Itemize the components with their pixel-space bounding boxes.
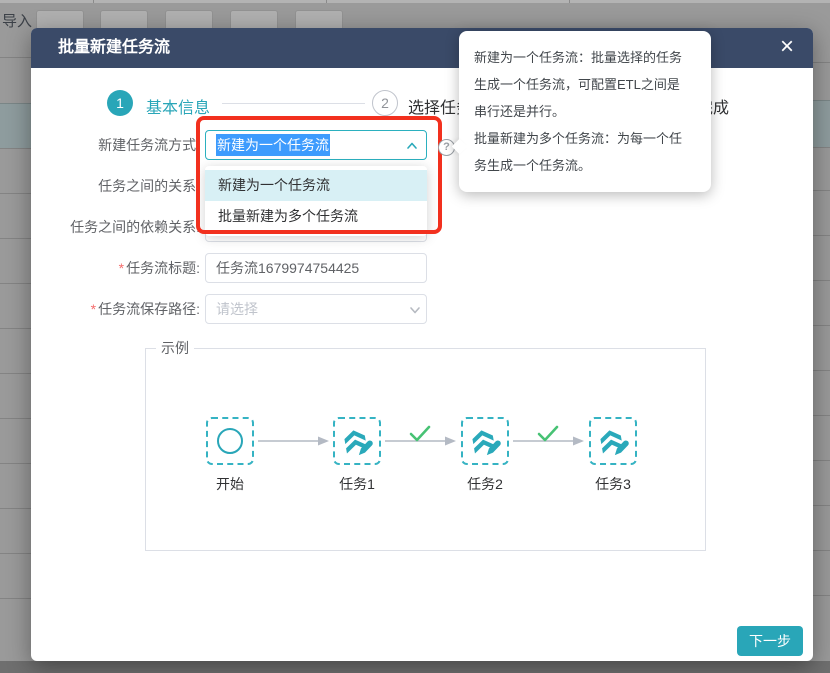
backdrop-row-line	[0, 148, 31, 149]
task-icon	[596, 425, 630, 457]
method-selected-value: 新建为一个任务流	[216, 134, 330, 156]
step-connector-line	[222, 103, 365, 104]
backdrop-row-line	[0, 598, 31, 599]
relation-label: 任务之间的关系:	[31, 171, 200, 201]
backdrop-row-line	[0, 463, 31, 464]
flow-node-task3-label: 任务3	[569, 474, 657, 494]
dialog-title: 批量新建任务流	[58, 28, 170, 68]
path-select[interactable]	[205, 294, 427, 324]
backdrop-row-line	[813, 370, 830, 371]
help-tooltip: 新建为一个任务流：批量选择的任务 生成一个任务流，可配置ETL之间是 串行还是并…	[459, 31, 711, 192]
close-icon[interactable]: ×	[773, 33, 801, 61]
backdrop-row-line	[813, 100, 830, 101]
backdrop-row-line	[0, 103, 31, 104]
flow-node-task2	[461, 417, 509, 465]
backdrop-import-button: 导入	[2, 10, 32, 31]
backdrop-row-line	[0, 283, 31, 284]
backdrop-row-line	[813, 147, 830, 148]
flow-node-task3	[589, 417, 637, 465]
backdrop-top-strip	[0, 0, 830, 3]
backdrop-row-line	[813, 460, 830, 461]
backdrop-row-line	[0, 193, 31, 194]
example-legend: 示例	[156, 338, 194, 358]
flow-arrow	[257, 424, 331, 450]
start-circle-icon	[217, 428, 243, 454]
task-icon	[468, 425, 502, 457]
task-icon	[340, 425, 374, 457]
path-label-text: 任务流保存路径:	[98, 301, 200, 317]
backdrop-divider	[93, 0, 94, 3]
backdrop-row-line	[813, 550, 830, 551]
backdrop-row-line	[813, 415, 830, 416]
check-icon	[411, 427, 429, 440]
method-dropdown-panel: 新建为一个任务流 批量新建为多个任务流	[205, 166, 427, 236]
flow-arrow-with-check	[512, 424, 586, 450]
flow-node-start-label: 开始	[186, 474, 274, 494]
backdrop-row-line	[813, 325, 830, 326]
backdrop-row-line	[0, 373, 31, 374]
tooltip-text: 新建为一个任务流：批量选择的任务 生成一个任务流，可配置ETL之间是 串行还是并…	[474, 44, 696, 179]
step-1-label: 基本信息	[146, 94, 210, 118]
next-step-button[interactable]: 下一步	[737, 626, 803, 656]
backdrop-row-line	[0, 553, 31, 554]
backdrop-row-line	[0, 418, 31, 419]
backdrop-row-line	[0, 57, 31, 58]
backdrop-row-line	[0, 508, 31, 509]
dependency-label: 任务之间的依赖关系:	[31, 212, 200, 242]
flow-node-task1	[333, 417, 381, 465]
method-select[interactable]: 新建为一个任务流	[205, 130, 427, 160]
backdrop-row-line	[813, 505, 830, 506]
step-2-circle: 2	[372, 90, 398, 116]
backdrop-selected-row	[0, 103, 31, 148]
backdrop-row-line	[813, 595, 830, 596]
flow-node-task1-label: 任务1	[313, 474, 401, 494]
step-1-circle: 1	[107, 90, 133, 116]
screen: 导入 批量新建任务流 × 1 基本信息 2 选择任务 3	[0, 0, 830, 673]
title-label-text: 任务流标题:	[126, 260, 200, 276]
flow-node-task2-label: 任务2	[441, 474, 529, 494]
check-icon	[539, 427, 557, 440]
flow-node-start	[206, 417, 254, 465]
backdrop-row-line	[813, 235, 830, 236]
backdrop-row-line	[813, 280, 830, 281]
backdrop-row-line	[0, 328, 31, 329]
required-mark: *	[119, 260, 124, 276]
backdrop-selected-row	[813, 100, 830, 147]
method-label: 新建任务流方式:	[31, 130, 200, 160]
backdrop-row-line	[0, 238, 31, 239]
path-label: *任务流保存路径:	[31, 294, 200, 324]
dropdown-option-single-taskflow[interactable]: 新建为一个任务流	[205, 170, 427, 201]
flow-arrow-with-check	[384, 424, 458, 450]
title-input[interactable]	[205, 253, 427, 283]
chevron-up-icon	[406, 140, 418, 152]
required-mark: *	[91, 301, 96, 317]
backdrop-row-line	[813, 190, 830, 191]
backdrop-divider	[326, 0, 327, 3]
chevron-down-icon	[409, 304, 421, 316]
backdrop-divider	[569, 0, 570, 3]
backdrop-row-line	[813, 62, 830, 63]
title-label: *任务流标题:	[31, 253, 200, 283]
dropdown-option-multiple-taskflows[interactable]: 批量新建为多个任务流	[205, 201, 427, 232]
backdrop-bottom-strip	[0, 661, 830, 673]
